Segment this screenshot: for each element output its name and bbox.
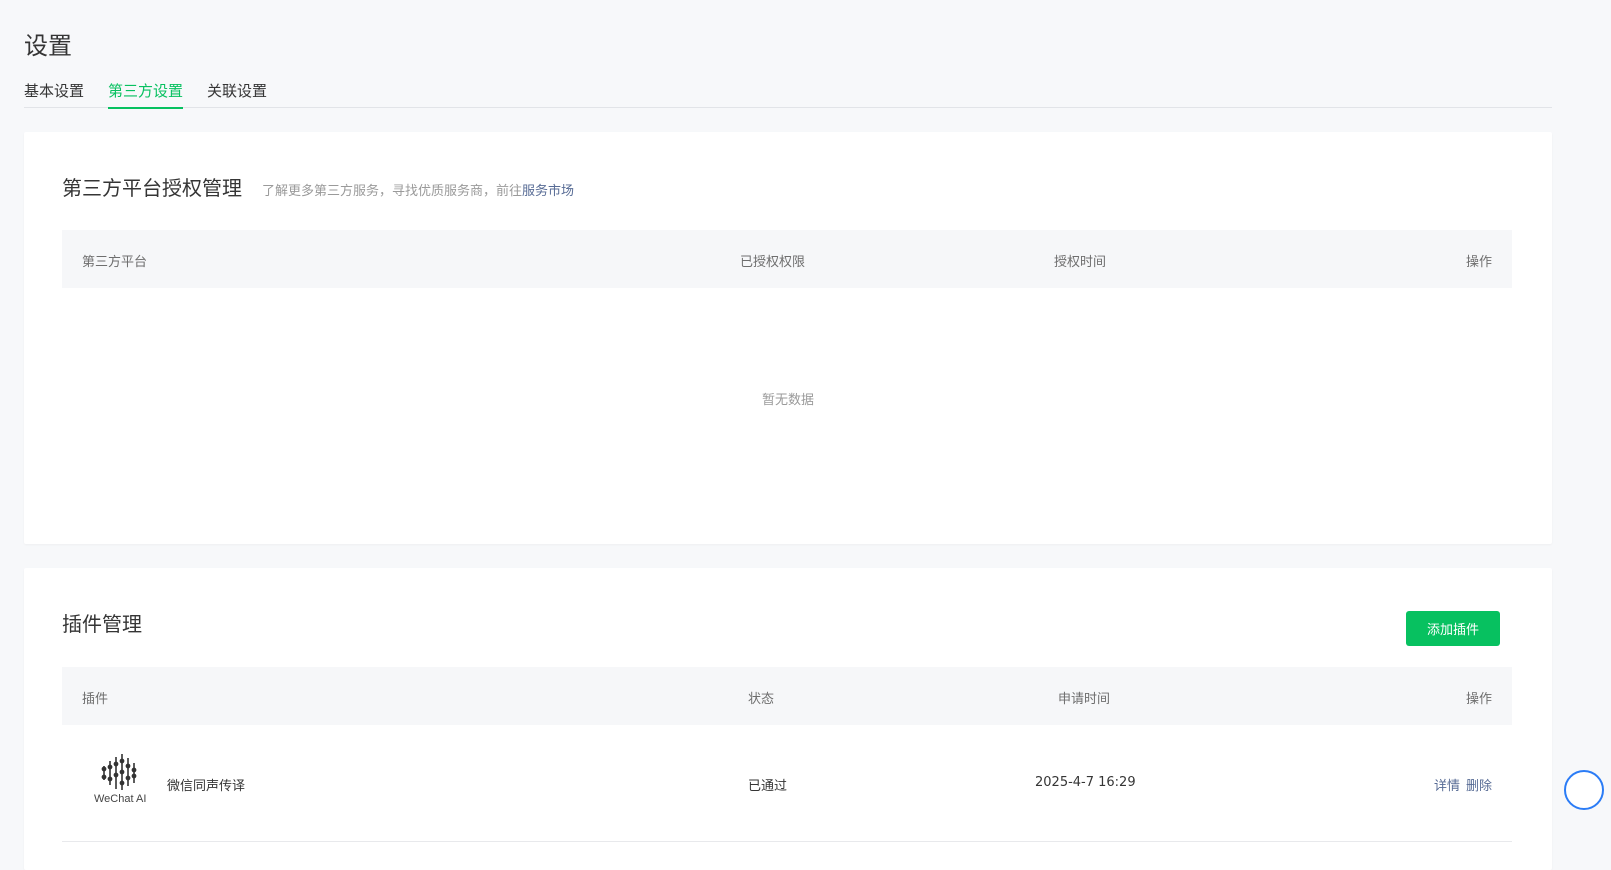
col-permissions: 已授权权限 bbox=[740, 255, 806, 270]
col-plugin: 插件 bbox=[82, 692, 109, 707]
floating-help-button[interactable] bbox=[1564, 770, 1604, 810]
add-plugin-button[interactable]: 添加插件 bbox=[1406, 611, 1500, 646]
settings-tabs: 基本设置 第三方设置 关联设置 bbox=[24, 80, 1552, 109]
plugin-management-title: 插件管理 bbox=[62, 612, 142, 636]
plugin-delete-link[interactable]: 删除 bbox=[1466, 775, 1492, 794]
third-party-auth-desc-text: 了解更多第三方服务，寻找优质服务商，前往 bbox=[262, 184, 523, 199]
plugin-name: 微信同声传译 bbox=[167, 779, 246, 794]
plugin-table-header: 插件 状态 申请时间 操作 bbox=[62, 667, 1512, 725]
table-row: WeChat AI 微信同声传译 已通过 2025-4-7 16:29 详情 删… bbox=[62, 725, 1512, 842]
plugin-apply-time: 2025-4-7 16:29 bbox=[1035, 775, 1136, 790]
tab-basic-settings[interactable]: 基本设置 bbox=[24, 80, 84, 108]
col-actions: 操作 bbox=[1465, 255, 1492, 270]
tab-third-party-settings[interactable]: 第三方设置 bbox=[108, 80, 184, 109]
col-apply-time: 申请时间 bbox=[1058, 692, 1111, 707]
page-title: 设置 bbox=[24, 32, 72, 60]
service-market-link[interactable]: 服务市场 bbox=[522, 184, 574, 199]
plugin-status: 已通过 bbox=[748, 779, 788, 794]
col-auth-time: 授权时间 bbox=[1054, 255, 1107, 270]
wechat-ai-logo-text: WeChat AI bbox=[94, 793, 147, 805]
plugin-management-card: 插件管理 添加插件 插件 状态 申请时间 操作 WeChat AI 微信同声传译… bbox=[24, 568, 1552, 870]
plugin-management-header: 插件管理 bbox=[62, 608, 142, 637]
third-party-auth-title: 第三方平台授权管理 bbox=[62, 176, 242, 200]
empty-state-text: 暂无数据 bbox=[761, 393, 814, 408]
third-party-auth-desc: 了解更多第三方服务，寻找优质服务商，前往服务市场 bbox=[262, 180, 574, 199]
wechat-ai-logo: WeChat AI bbox=[94, 753, 146, 805]
plugin-detail-link[interactable]: 详情 bbox=[1434, 775, 1460, 794]
third-party-auth-header: 第三方平台授权管理 了解更多第三方服务，寻找优质服务商，前往服务市场 bbox=[62, 172, 574, 201]
col-plugin-actions: 操作 bbox=[1465, 692, 1492, 707]
wechat-ai-waveform-icon bbox=[101, 754, 137, 790]
third-party-table-header: 第三方平台 已授权权限 授权时间 操作 bbox=[62, 230, 1512, 288]
col-status: 状态 bbox=[748, 692, 775, 707]
settings-page: 设置 基本设置 第三方设置 关联设置 第三方平台授权管理 了解更多第三方服务，寻… bbox=[0, 0, 1611, 870]
tab-linked-settings[interactable]: 关联设置 bbox=[207, 80, 267, 108]
third-party-auth-card: 第三方平台授权管理 了解更多第三方服务，寻找优质服务商，前往服务市场 第三方平台… bbox=[24, 132, 1552, 544]
col-platform: 第三方平台 bbox=[82, 255, 148, 270]
